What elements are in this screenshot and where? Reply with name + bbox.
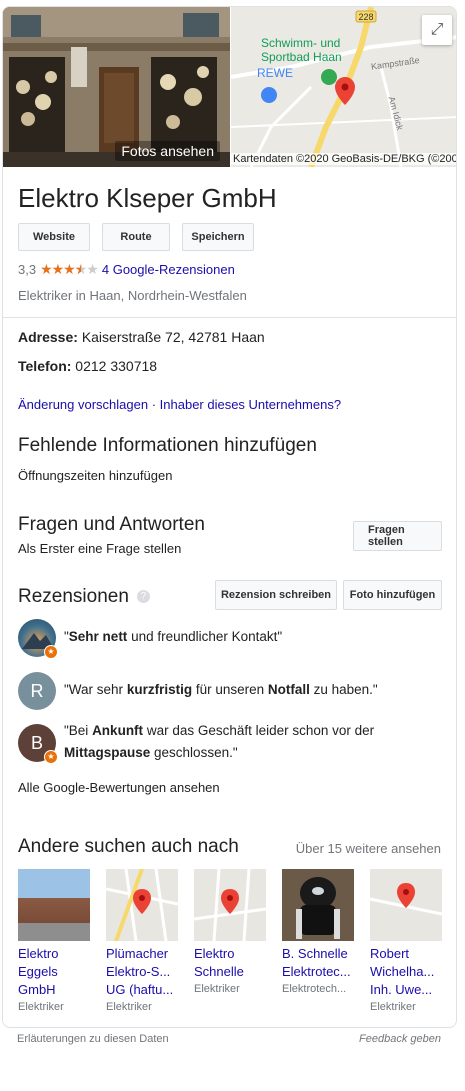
place-type: Elektriker (370, 1001, 416, 1013)
place-type: Elektrotech... (282, 983, 347, 995)
save-button[interactable]: Speichern (182, 223, 254, 251)
related-place-card[interactable]: Robert Wichelha... Inh. Uwe... Elektrike… (370, 869, 442, 1013)
place-thumbnail (370, 869, 442, 941)
related-place-card[interactable]: B. Schnelle Elektrotec... Elektrotech... (282, 869, 354, 1013)
address-row: Adresse: Kaiserstraße 72, 42781 Haan (18, 329, 265, 345)
place-thumbnail (106, 869, 178, 941)
expand-map-icon[interactable]: ⤢ (422, 15, 452, 45)
place-name[interactable]: Plümacher Elektro-S... UG (haftu... (106, 945, 178, 999)
avatar[interactable]: B ★ (18, 724, 58, 764)
map-attribution: Kartendaten ©2020 GeoBasis-DE/BKG (©2009… (231, 153, 456, 165)
avatar[interactable]: R (18, 672, 56, 710)
related-place-card[interactable]: Plümacher Elektro-S... UG (haftu... Elek… (106, 869, 178, 1013)
road-number-label: 228 (358, 12, 373, 22)
ask-question-button[interactable]: Fragen stellen (353, 521, 442, 551)
hero-media: Fotos ansehen 228 Schwimm- und Sportbad … (3, 7, 456, 167)
place-thumbnail (194, 869, 266, 941)
location-map[interactable]: 228 Schwimm- und Sportbad Haan REWE Kamp… (231, 7, 456, 167)
action-buttons: Website Route Speichern (18, 223, 254, 251)
explanations-link[interactable]: Erläuterungen zu diesen Daten (17, 1033, 169, 1045)
owner-link[interactable]: Inhaber dieses Unternehmens? (160, 397, 341, 412)
review-item: ★ "Sehr nett und freundlicher Kontakt" (18, 619, 283, 659)
address-label: Adresse: (18, 329, 78, 345)
see-more-link[interactable]: Über 15 weitere ansehen (296, 841, 441, 856)
place-name[interactable]: Elektro Eggels GmbH (18, 945, 90, 999)
business-photo[interactable]: Fotos ansehen (3, 7, 230, 167)
others-heading: Andere suchen auch nach (18, 836, 239, 857)
reviews-heading-row: Rezensionen? (18, 586, 150, 608)
route-button[interactable]: Route (102, 223, 170, 251)
suggest-edit-link[interactable]: Änderung vorschlagen (18, 397, 148, 412)
view-photos-button[interactable]: Fotos ansehen (115, 141, 220, 161)
write-review-button[interactable]: Rezension schreiben (215, 580, 337, 610)
reviews-heading: Rezensionen (18, 586, 129, 607)
local-guide-badge-icon: ★ (44, 750, 58, 764)
place-type: Elektriker (18, 1001, 64, 1013)
knowledge-panel: Fotos ansehen 228 Schwimm- und Sportbad … (2, 6, 457, 1028)
review-text: "War sehr kurzfristig für unseren Notfal… (64, 682, 378, 697)
local-guide-badge-icon: ★ (44, 645, 58, 659)
place-name[interactable]: Elektro Schnelle (194, 945, 266, 981)
related-place-card[interactable]: Elektro Schnelle Elektriker (194, 869, 266, 1013)
rating-score: 3,3 (18, 262, 37, 277)
map-pool-label-1: Schwimm- und (261, 36, 340, 50)
edit-links: Änderung vorschlagen · Inhaber dieses Un… (18, 397, 341, 412)
add-photo-button[interactable]: Foto hinzufügen (343, 580, 442, 610)
avatar[interactable]: ★ (18, 619, 58, 659)
link-separator: · (148, 397, 160, 412)
phone-value[interactable]: 0212 330718 (75, 358, 157, 374)
review-text: "Sehr nett und freundlicher Kontakt" (64, 629, 283, 644)
first-question-link[interactable]: Als Erster eine Frage stellen (18, 541, 181, 556)
related-places: Elektro Eggels GmbH Elektriker Plümacher… (18, 869, 442, 1013)
business-name: Elektro Klseper GmbH (18, 183, 277, 213)
map-pool-label-2: Sportbad Haan (261, 50, 342, 64)
place-thumbnail (18, 869, 90, 941)
business-category: Elektriker in Haan, Nordrhein-Westfalen (18, 288, 247, 303)
add-hours-link[interactable]: Öffnungszeiten hinzufügen (18, 468, 172, 483)
star-rating-icon: ★★★★★★ (40, 261, 99, 277)
rating-row: 3,3 ★★★★★★ 4 Google-Rezensionen (18, 261, 235, 278)
divider (3, 317, 456, 318)
review-item: B ★ "Bei Ankunft war das Geschäft leider … (18, 720, 438, 764)
place-name[interactable]: Robert Wichelha... Inh. Uwe... (370, 945, 442, 999)
related-place-card[interactable]: Elektro Eggels GmbH Elektriker (18, 869, 90, 1013)
reviews-link[interactable]: 4 Google-Rezensionen (102, 262, 235, 277)
svg-text:Schwimm- und Sportba: Schwimm- und Sportbad Haan (261, 36, 344, 64)
all-reviews-link[interactable]: Alle Google-Bewertungen ansehen (18, 780, 220, 795)
map-store-label: REWE (257, 66, 293, 80)
help-icon[interactable]: ? (136, 590, 150, 604)
qa-heading: Fragen und Antworten (18, 514, 205, 535)
phone-row: Telefon: 0212 330718 (18, 358, 157, 374)
phone-label: Telefon: (18, 358, 72, 374)
website-button[interactable]: Website (18, 223, 90, 251)
review-text: "Bei Ankunft war das Geschäft leider sch… (64, 723, 375, 760)
place-name[interactable]: B. Schnelle Elektrotec... (282, 945, 354, 981)
place-type: Elektriker (106, 1001, 152, 1013)
place-thumbnail (282, 869, 354, 941)
feedback-link[interactable]: Feedback geben (359, 1033, 441, 1045)
missing-info-heading: Fehlende Informationen hinzufügen (18, 435, 317, 456)
place-type: Elektriker (194, 983, 240, 995)
review-item: R "War sehr kurzfristig für unseren Notf… (18, 672, 378, 710)
address-value[interactable]: Kaiserstraße 72, 42781 Haan (82, 329, 265, 345)
